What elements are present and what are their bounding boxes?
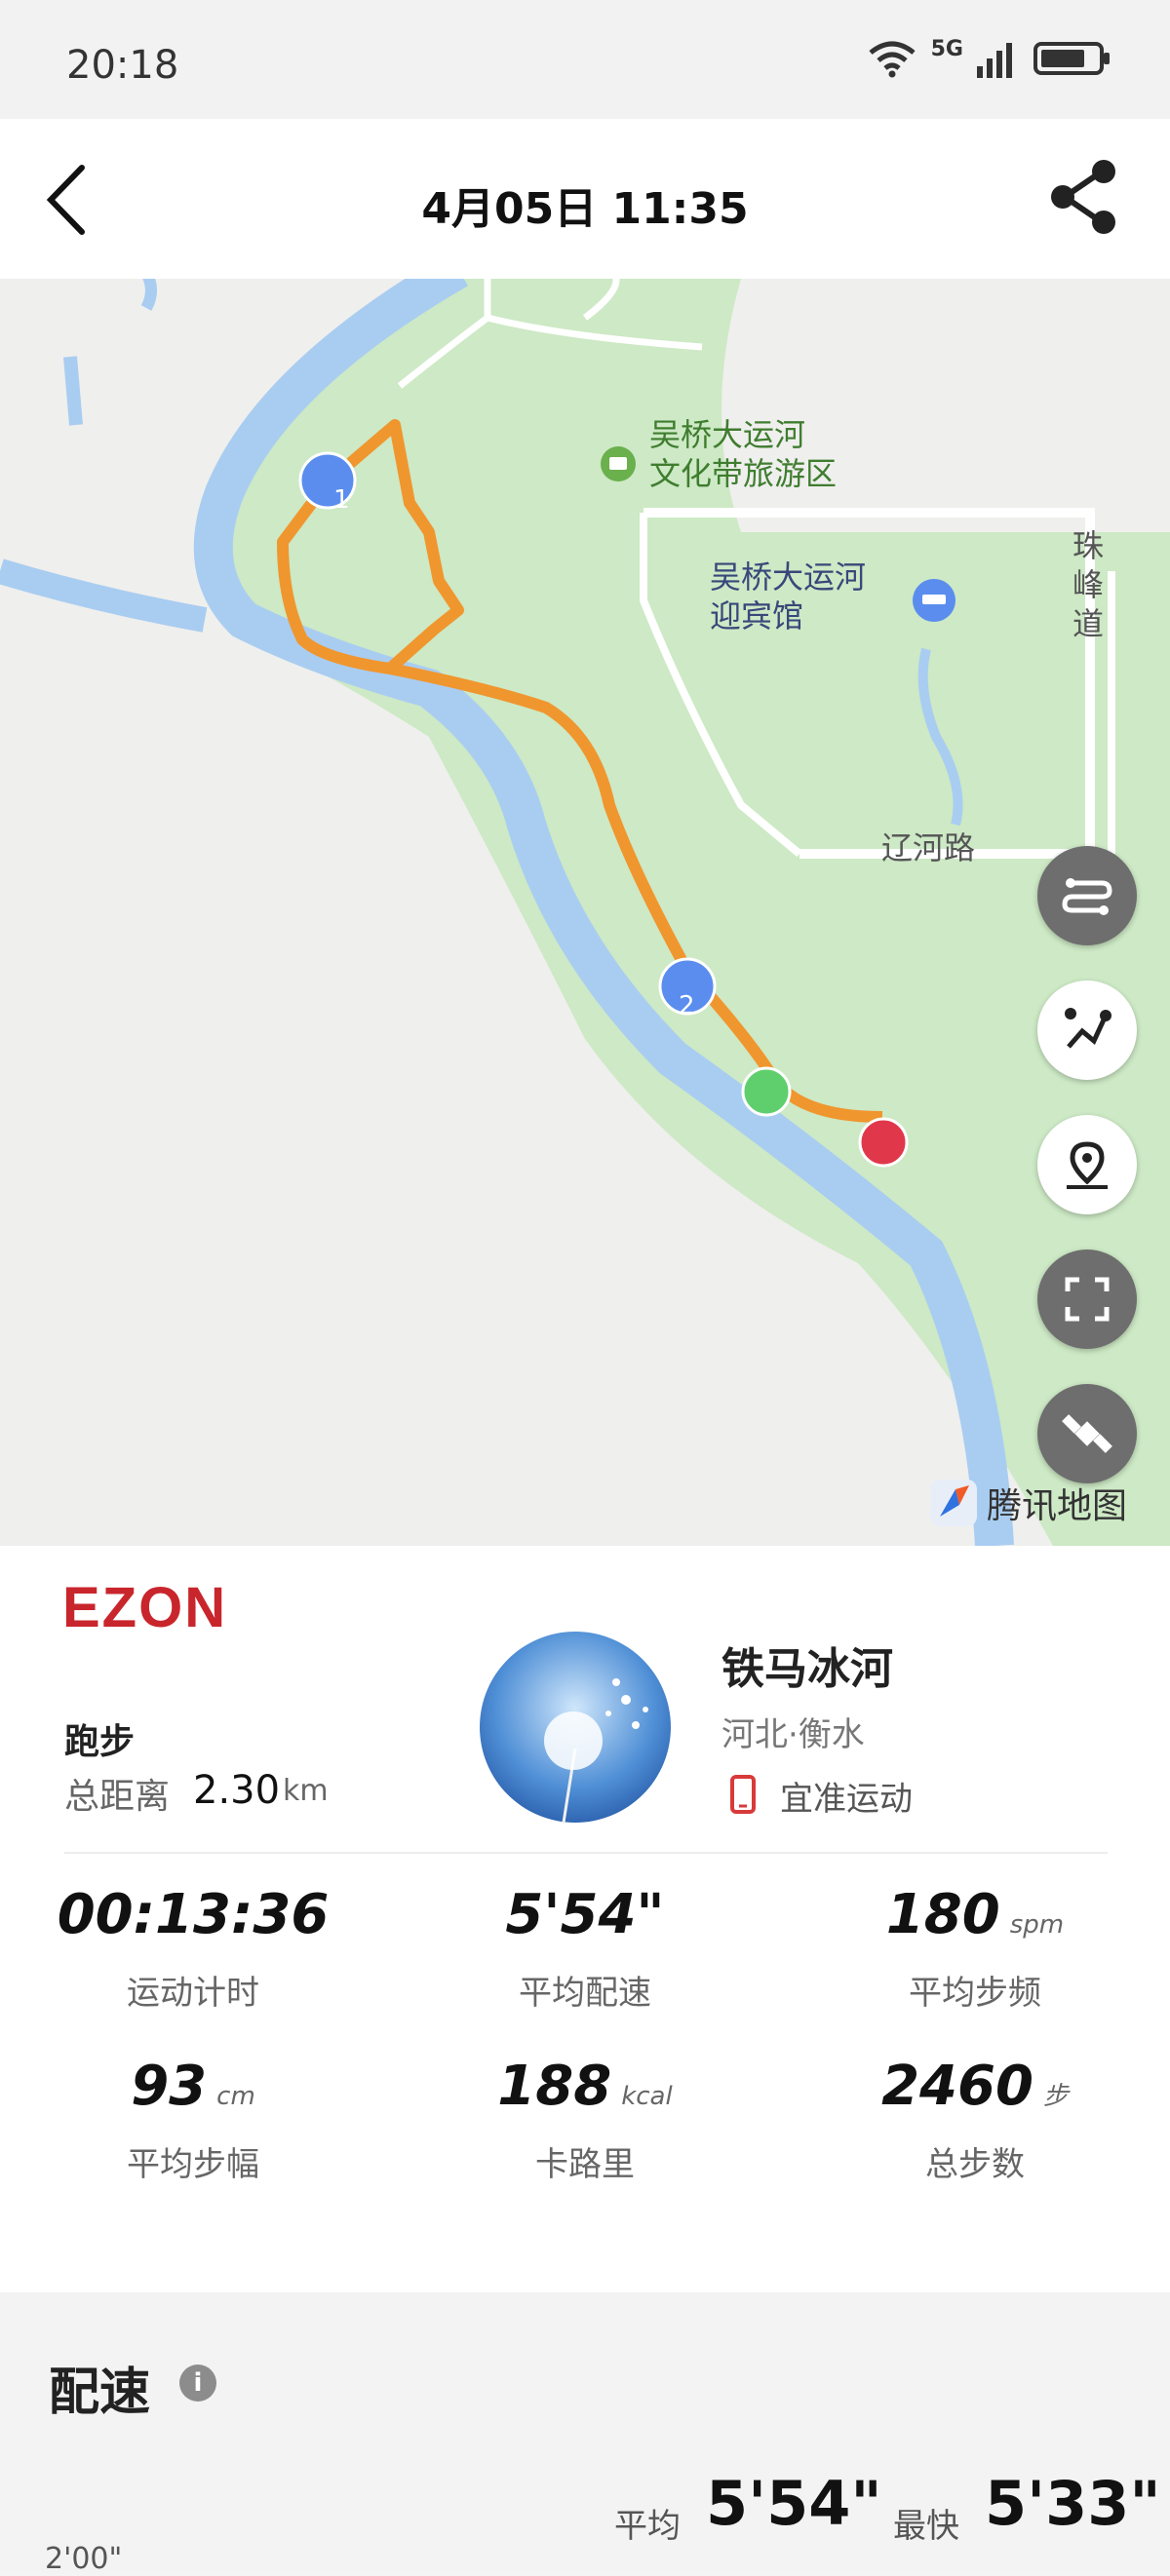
stat-number: 180 bbox=[885, 1883, 1000, 1946]
stat-duration: 00:13:36 运动计时 bbox=[27, 1883, 359, 2014]
pace-axis-tick: 2'00" bbox=[45, 2542, 123, 2576]
map-provider: 腾讯地图 bbox=[926, 1476, 1127, 1530]
stat-unit: 步 bbox=[1042, 2082, 1069, 2111]
location-button[interactable] bbox=[1037, 1115, 1137, 1214]
best-pace-label: 最快 bbox=[893, 2507, 959, 2546]
stat-unit: kcal bbox=[621, 2082, 673, 2111]
network-type-label: 5G bbox=[930, 36, 963, 61]
stat-label: 卡路里 bbox=[535, 2145, 635, 2184]
status-bar: 20:18 5G bbox=[0, 0, 1170, 119]
road-zhufeng: 珠 峰 道 bbox=[1072, 527, 1105, 642]
stat-label: 总步数 bbox=[925, 2145, 1025, 2184]
route-icon bbox=[1062, 878, 1112, 915]
share-button[interactable] bbox=[1045, 158, 1123, 236]
stat-unit: spm bbox=[1009, 1910, 1065, 1940]
stat-number: 93 bbox=[131, 2055, 208, 2118]
route-style-button[interactable] bbox=[1037, 846, 1137, 945]
stat-value: 5'54" bbox=[419, 1883, 751, 1946]
wifi-icon bbox=[869, 41, 916, 78]
top-app-bar: 4月05日 11:35 bbox=[0, 119, 1170, 279]
share-icon bbox=[1051, 160, 1115, 234]
stat-stride: 93 cm 平均步幅 bbox=[27, 2055, 359, 2185]
km-markers-button[interactable] bbox=[1037, 980, 1137, 1080]
stat-label: 运动计时 bbox=[127, 1974, 259, 2013]
km-markers-icon bbox=[1065, 1008, 1112, 1049]
location-pin-icon bbox=[1067, 1141, 1108, 1189]
satellite-button[interactable] bbox=[1037, 1384, 1137, 1483]
stat-number: 5'54" bbox=[505, 1883, 665, 1946]
satellite-icon bbox=[1062, 1414, 1112, 1453]
tencent-map-logo-icon bbox=[930, 1480, 977, 1526]
stat-cadence: 180 spm 平均步频 bbox=[809, 1883, 1141, 2014]
stat-number: 00:13:36 bbox=[57, 1883, 330, 1946]
divider bbox=[64, 1852, 1108, 1854]
road-liaohe: 辽河路 bbox=[881, 829, 976, 866]
stat-value: 93 cm bbox=[27, 2055, 359, 2118]
poi-scenic-area: 吴桥大运河 文化带旅游区 bbox=[649, 416, 838, 492]
stat-value: 2460 步 bbox=[809, 2055, 1141, 2118]
stat-value: 180 spm bbox=[809, 1883, 1141, 1946]
route-map[interactable]: 1 2 吴桥大运河 文化带旅游区 吴桥大运河 迎宾馆 辽河路 珠 峰 道 腾讯地… bbox=[0, 279, 1170, 1546]
battery-icon bbox=[1034, 42, 1110, 75]
pace-title: 配速 bbox=[49, 2364, 151, 2422]
avg-pace-value: 5'54" bbox=[706, 2468, 882, 2539]
stat-label: 平均配速 bbox=[519, 1974, 651, 2013]
stat-label: 平均步幅 bbox=[127, 2145, 259, 2184]
user-name: 铁马冰河 bbox=[722, 1644, 893, 1694]
page-title: 4月05日 11:35 bbox=[421, 184, 749, 234]
avatar[interactable] bbox=[480, 1632, 671, 1823]
km-marker-1-label: 1 bbox=[333, 485, 350, 515]
end-point bbox=[858, 1117, 909, 1168]
workout-summary-card: EZON 跑步 总距离 2.30 km 铁马冰河 河北·衡水 宜准运动 00:1… bbox=[0, 1546, 1170, 2292]
distance-label: 总距离 bbox=[64, 1777, 171, 1817]
stat-number: 2460 bbox=[881, 2055, 1034, 2118]
pace-section: 配速 i 平均 5'54" 最快 5'33" 2'00" bbox=[0, 2292, 1170, 2576]
stat-value: 188 kcal bbox=[419, 2055, 751, 2118]
map-provider-label: 腾讯地图 bbox=[987, 1486, 1128, 1526]
poi-hotel: 吴桥大运河 迎宾馆 bbox=[710, 558, 867, 634]
water-small bbox=[63, 356, 83, 426]
km-marker-2-label: 2 bbox=[679, 991, 695, 1020]
info-icon[interactable]: i bbox=[179, 2365, 216, 2402]
phone-icon bbox=[730, 1775, 756, 1814]
brand-logo: EZON bbox=[62, 1576, 228, 1639]
distance-unit: km bbox=[283, 1774, 329, 1808]
user-location: 河北·衡水 bbox=[722, 1715, 865, 1754]
best-pace-value: 5'33" bbox=[985, 2468, 1161, 2539]
stat-avg-pace: 5'54" 平均配速 bbox=[419, 1883, 751, 2014]
device-name: 宜准运动 bbox=[780, 1780, 913, 1819]
fullscreen-button[interactable] bbox=[1037, 1250, 1137, 1349]
dandelion-avatar-image bbox=[480, 1632, 671, 1823]
map-canvas bbox=[0, 279, 1170, 1546]
sport-type: 跑步 bbox=[64, 1722, 136, 1762]
status-icons: 5G bbox=[867, 36, 1112, 78]
stat-unit: cm bbox=[216, 2082, 255, 2111]
stat-label: 平均步频 bbox=[909, 1974, 1041, 2013]
signal-icon bbox=[977, 43, 1012, 78]
river-branch bbox=[0, 558, 208, 633]
status-time: 20:18 bbox=[66, 43, 179, 88]
distance-value: 2.30 bbox=[193, 1768, 281, 1813]
stat-number: 188 bbox=[497, 2055, 612, 2118]
stat-value: 00:13:36 bbox=[27, 1883, 359, 1946]
stat-steps: 2460 步 总步数 bbox=[809, 2055, 1141, 2185]
stat-calories: 188 kcal 卡路里 bbox=[419, 2055, 751, 2185]
expand-icon bbox=[1065, 1277, 1110, 1322]
water-small bbox=[140, 279, 157, 311]
start-point bbox=[741, 1066, 792, 1117]
avg-pace-label: 平均 bbox=[614, 2507, 681, 2546]
